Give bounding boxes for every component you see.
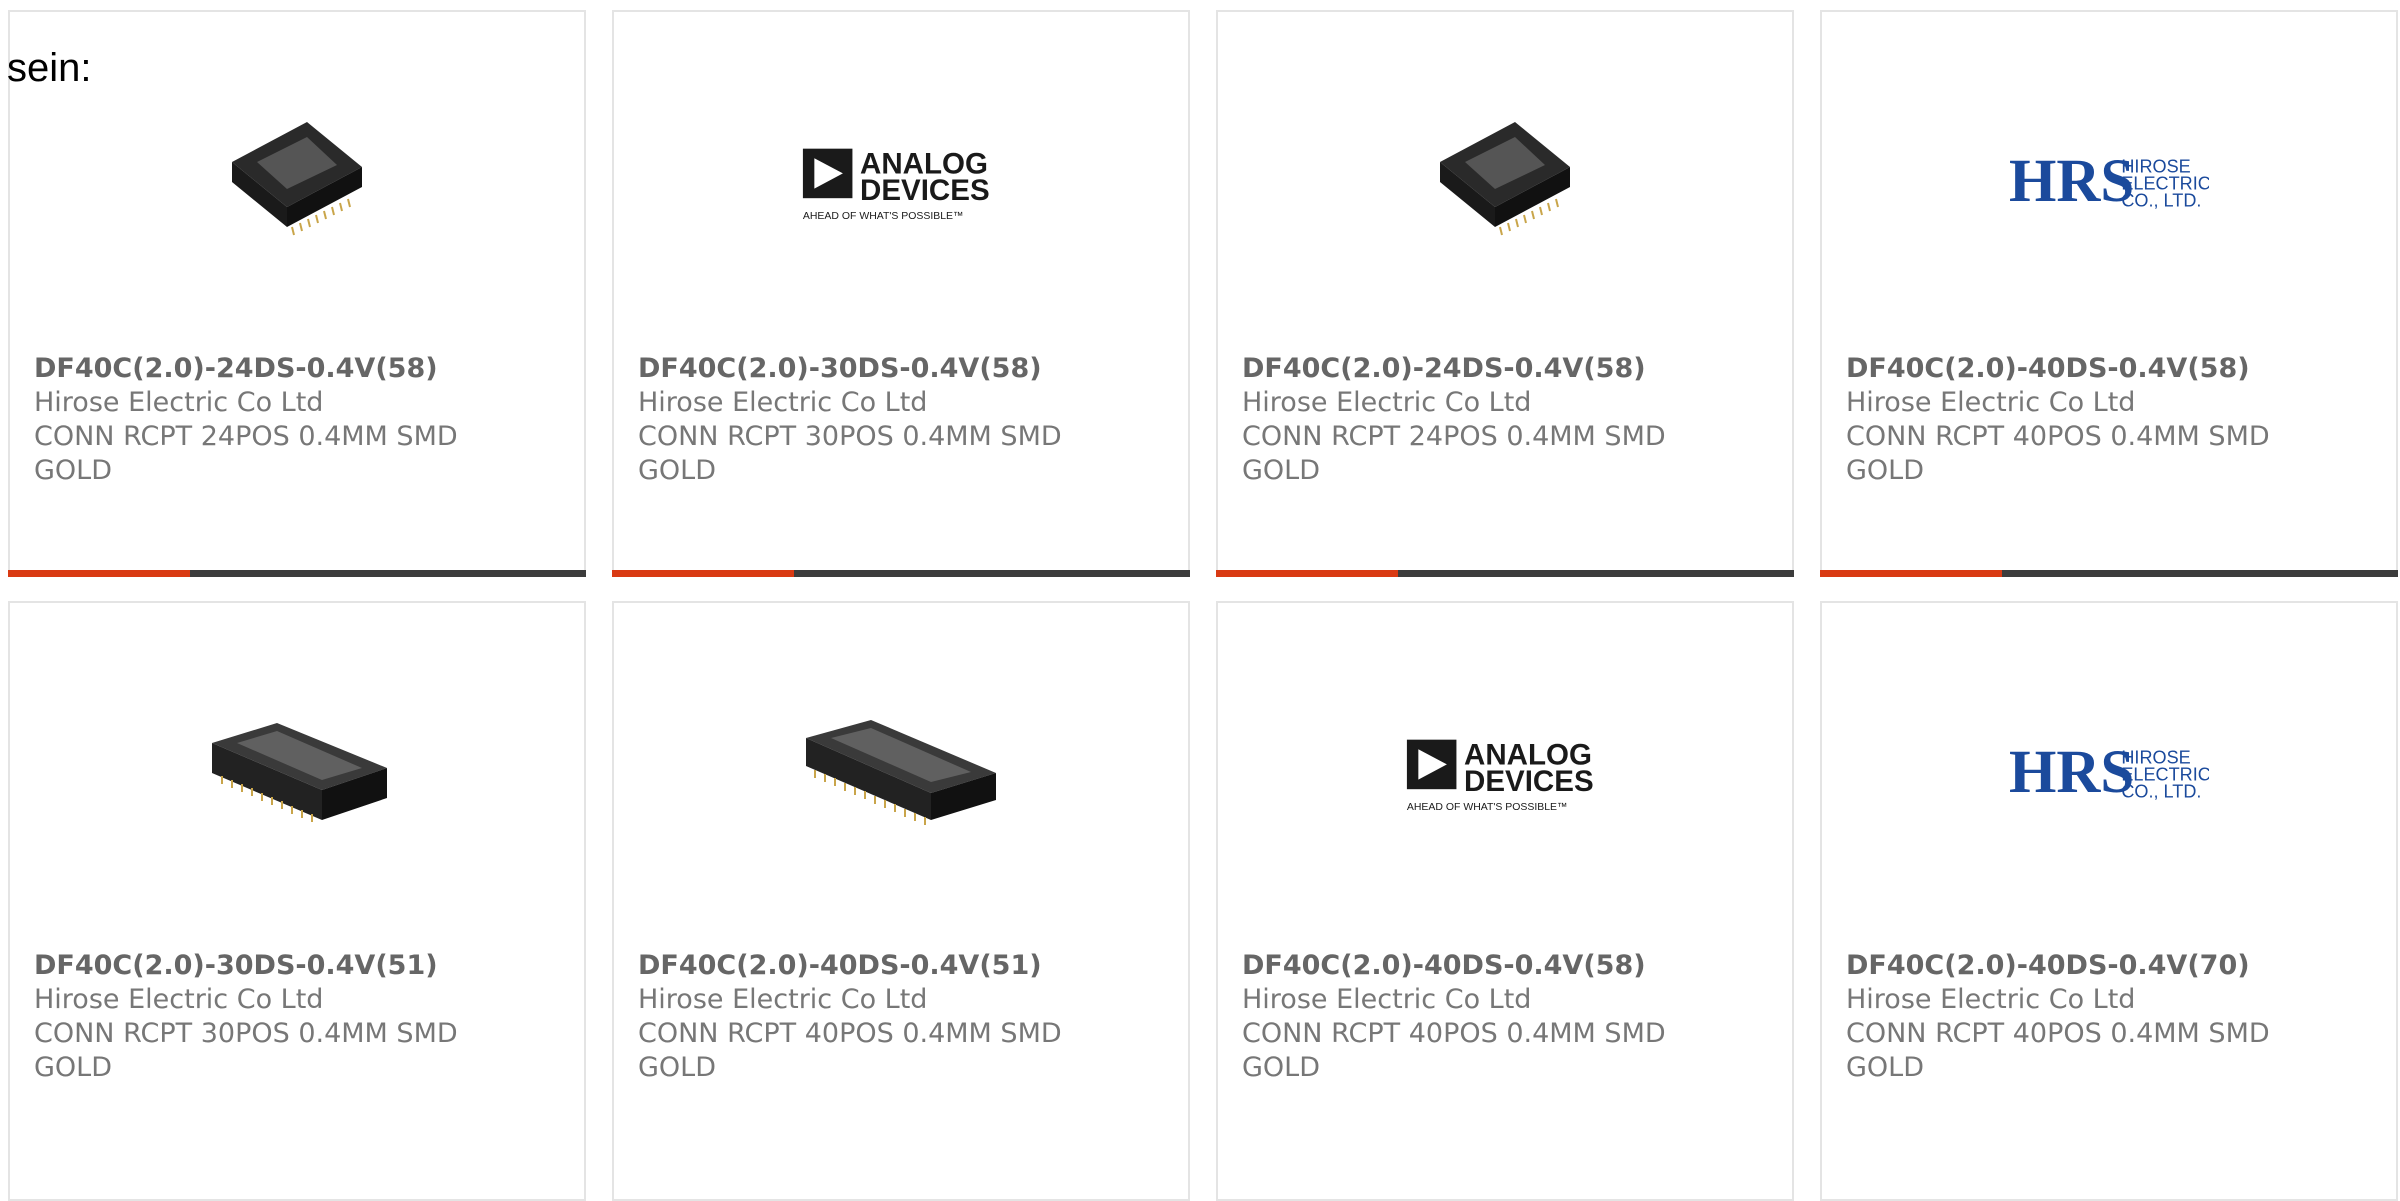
card-bottom-bar <box>612 570 1190 577</box>
product-info: DF40C(2.0)-40DS-0.4V(51) Hirose Electric… <box>638 949 1158 1085</box>
part-number[interactable]: DF40C(2.0)-40DS-0.4V(70) <box>1846 949 2366 983</box>
manufacturer: Hirose Electric Co Ltd <box>638 984 928 1015</box>
card-accent <box>8 570 190 577</box>
analog-devices-logo: ANALOG DEVICES AHEAD OF WHAT'S POSSIBLE™ <box>802 147 990 222</box>
description-line2: GOLD <box>638 455 717 486</box>
description: CONN RCPT 40POS 0.4MM SMD <box>638 1018 1062 1049</box>
product-card[interactable]: ANALOG DEVICES AHEAD OF WHAT'S POSSIBLE™… <box>612 10 1190 577</box>
description-line2: GOLD <box>1846 455 1925 486</box>
part-number[interactable]: DF40C(2.0)-30DS-0.4V(58) <box>638 352 1158 386</box>
part-number[interactable]: DF40C(2.0)-40DS-0.4V(58) <box>1846 352 2366 386</box>
manufacturer: Hirose Electric Co Ltd <box>638 387 928 418</box>
description: CONN RCPT 30POS 0.4MM SMD <box>34 1018 458 1049</box>
description-line2: GOLD <box>34 1052 113 1083</box>
product-info: DF40C(2.0)-24DS-0.4V(58) Hirose Electric… <box>1242 352 1762 488</box>
card-bottom-bar <box>8 570 586 577</box>
card-bottom-bar <box>1216 570 1794 577</box>
svg-text:CO., LTD.: CO., LTD. <box>2121 782 2201 802</box>
card-bottom-bar <box>1820 570 2398 577</box>
card-accent <box>1216 570 1398 577</box>
part-number[interactable]: DF40C(2.0)-30DS-0.4V(51) <box>34 949 554 983</box>
product-info: DF40C(2.0)-30DS-0.4V(58) Hirose Electric… <box>638 352 1158 488</box>
description-line2: GOLD <box>638 1052 717 1083</box>
part-number[interactable]: DF40C(2.0)-24DS-0.4V(58) <box>1242 352 1762 386</box>
intro-text: sein: <box>7 46 92 90</box>
manufacturer: Hirose Electric Co Ltd <box>1242 387 1532 418</box>
description: CONN RCPT 30POS 0.4MM SMD <box>638 421 1062 452</box>
product-image[interactable]: HRS HIROSE ELECTRIC CO., LTD. <box>2009 673 2209 873</box>
product-image[interactable]: ANALOG DEVICES AHEAD OF WHAT'S POSSIBLE™ <box>1405 673 1605 873</box>
product-image[interactable]: ANALOG DEVICES AHEAD OF WHAT'S POSSIBLE™ <box>801 82 1001 282</box>
svg-text:DEVICES: DEVICES <box>860 174 990 207</box>
manufacturer: Hirose Electric Co Ltd <box>1846 387 2136 418</box>
product-image[interactable] <box>801 673 1001 873</box>
svg-text:AHEAD OF WHAT'S POSSIBLE™: AHEAD OF WHAT'S POSSIBLE™ <box>803 211 964 222</box>
hirose-logo: HRS HIROSE ELECTRIC CO., LTD. <box>2009 148 2209 215</box>
product-info: DF40C(2.0)-24DS-0.4V(58) Hirose Electric… <box>34 352 554 488</box>
product-info: DF40C(2.0)-30DS-0.4V(51) Hirose Electric… <box>34 949 554 1085</box>
product-card[interactable]: DF40C(2.0)-30DS-0.4V(51) Hirose Electric… <box>8 601 586 1201</box>
manufacturer: Hirose Electric Co Ltd <box>34 387 324 418</box>
product-card[interactable]: HRS HIROSE ELECTRIC CO., LTD. DF40C(2.0)… <box>1820 601 2398 1201</box>
card-accent <box>1820 570 2002 577</box>
description-line2: GOLD <box>34 455 113 486</box>
description: CONN RCPT 40POS 0.4MM SMD <box>1242 1018 1666 1049</box>
description: CONN RCPT 40POS 0.4MM SMD <box>1846 1018 2270 1049</box>
product-card[interactable]: DF40C(2.0)-24DS-0.4V(58) Hirose Electric… <box>8 10 586 577</box>
product-grid: DF40C(2.0)-24DS-0.4V(58) Hirose Electric… <box>8 10 2398 1201</box>
product-card[interactable]: HRS HIROSE ELECTRIC CO., LTD. DF40C(2.0)… <box>1820 10 2398 577</box>
description: CONN RCPT 24POS 0.4MM SMD <box>1242 421 1666 452</box>
product-card[interactable]: DF40C(2.0)-24DS-0.4V(58) Hirose Electric… <box>1216 10 1794 577</box>
product-info: DF40C(2.0)-40DS-0.4V(58) Hirose Electric… <box>1846 352 2366 488</box>
analog-devices-logo: ANALOG DEVICES AHEAD OF WHAT'S POSSIBLE™ <box>1406 738 1594 813</box>
description-line2: GOLD <box>1846 1052 1925 1083</box>
part-number[interactable]: DF40C(2.0)-40DS-0.4V(51) <box>638 949 1158 983</box>
svg-text:CO., LTD.: CO., LTD. <box>2121 191 2201 211</box>
manufacturer: Hirose Electric Co Ltd <box>1242 984 1532 1015</box>
svg-text:HRS: HRS <box>2009 739 2134 806</box>
product-image[interactable] <box>1405 82 1605 282</box>
product-info: DF40C(2.0)-40DS-0.4V(58) Hirose Electric… <box>1242 949 1762 1085</box>
part-number[interactable]: DF40C(2.0)-40DS-0.4V(58) <box>1242 949 1762 983</box>
card-accent <box>612 570 794 577</box>
description: CONN RCPT 24POS 0.4MM SMD <box>34 421 458 452</box>
product-card[interactable]: DF40C(2.0)-40DS-0.4V(51) Hirose Electric… <box>612 601 1190 1201</box>
svg-text:DEVICES: DEVICES <box>1464 765 1594 798</box>
description-line2: GOLD <box>1242 1052 1321 1083</box>
hirose-logo: HRS HIROSE ELECTRIC CO., LTD. <box>2009 739 2209 806</box>
svg-text:AHEAD OF WHAT'S POSSIBLE™: AHEAD OF WHAT'S POSSIBLE™ <box>1407 802 1568 813</box>
product-image[interactable] <box>197 673 397 873</box>
svg-text:HRS: HRS <box>2009 148 2134 215</box>
manufacturer: Hirose Electric Co Ltd <box>34 984 324 1015</box>
manufacturer: Hirose Electric Co Ltd <box>1846 984 2136 1015</box>
product-info: DF40C(2.0)-40DS-0.4V(70) Hirose Electric… <box>1846 949 2366 1085</box>
product-image[interactable] <box>197 82 397 282</box>
part-number[interactable]: DF40C(2.0)-24DS-0.4V(58) <box>34 352 554 386</box>
product-image[interactable]: HRS HIROSE ELECTRIC CO., LTD. <box>2009 82 2209 282</box>
description-line2: GOLD <box>1242 455 1321 486</box>
description: CONN RCPT 40POS 0.4MM SMD <box>1846 421 2270 452</box>
product-card[interactable]: ANALOG DEVICES AHEAD OF WHAT'S POSSIBLE™… <box>1216 601 1794 1201</box>
